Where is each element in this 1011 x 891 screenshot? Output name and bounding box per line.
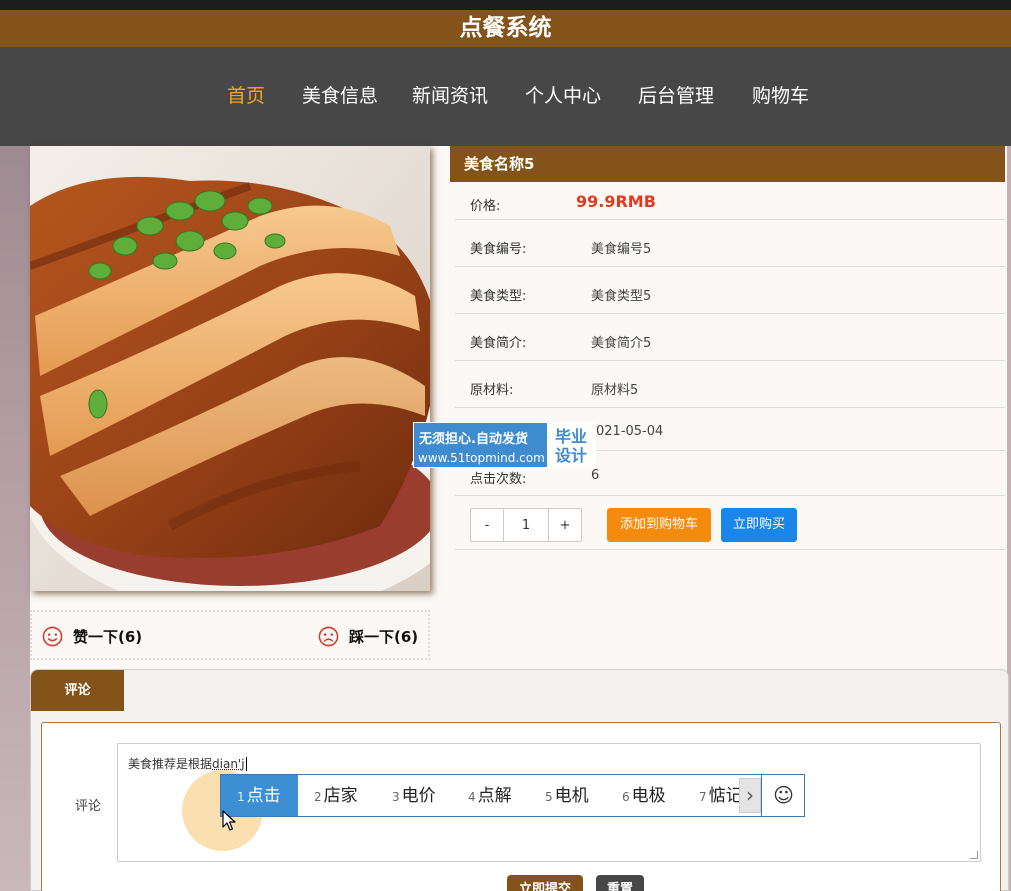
watermark-line2: www.51topmind.com <box>418 451 545 465</box>
detail-row: 美食编号: 美食编号5 <box>455 220 1005 267</box>
nav-item-news[interactable]: 新闻资讯 <box>412 84 488 108</box>
submit-button[interactable]: 立即提交 <box>507 875 583 891</box>
price-value: 99.9RMB <box>576 192 656 211</box>
ime-next-page-icon[interactable]: › <box>739 778 761 813</box>
nav-item-admin[interactable]: 后台管理 <box>638 84 714 108</box>
detail-row: 美食类型: 美食类型5 <box>455 267 1005 314</box>
increment-button[interactable]: + <box>549 509 581 541</box>
field-label: 点击次数: <box>470 472 527 487</box>
add-to-cart-button[interactable]: 添加到购物车 <box>607 508 711 542</box>
nav-item-profile[interactable]: 个人中心 <box>525 84 601 108</box>
field-value: 原材料5 <box>591 383 639 398</box>
ime-candidate-bar: 1 点击 2 店家 3 电价 4 点解 5 电机 6 电极 7 惦记 › ☺ <box>220 774 805 817</box>
detail-row: 原材料: 原材料5 <box>455 361 1005 408</box>
reset-button[interactable]: 重置 <box>596 875 644 891</box>
page-background-left <box>0 146 30 891</box>
quantity-stepper: - 1 + <box>470 508 582 542</box>
main-nav: 首页 美食信息 新闻资讯 个人中心 后台管理 购物车 <box>0 47 1011 146</box>
watermark-line1: 无须担心.自动发货 <box>419 432 528 447</box>
field-label: 美食简介: <box>470 336 527 351</box>
food-image <box>30 146 430 591</box>
product-name: 美食名称5 <box>450 146 1005 182</box>
nav-item-home[interactable]: 首页 <box>227 84 265 108</box>
ime-candidate[interactable]: 7 惦记 <box>699 775 739 816</box>
comment-composition: dian'j <box>212 757 245 771</box>
field-value: 6 <box>591 468 600 483</box>
field-value: 美食类型5 <box>591 289 652 304</box>
comment-label: 评论 <box>75 799 102 814</box>
ime-candidate[interactable]: 3 电价 <box>392 775 436 816</box>
field-value: 021-05-04 <box>596 424 664 439</box>
watermark-badge-bottom: 设计 <box>554 446 587 465</box>
text-caret <box>245 757 247 771</box>
price-row: 价格: <box>455 182 1005 220</box>
field-value: 美食编号5 <box>591 242 652 257</box>
price-label: 价格: <box>470 199 501 214</box>
vote-box: 赞一下(6) 踩一下(6) <box>30 610 430 660</box>
mouse-pointer-icon <box>222 810 236 831</box>
site-title: 点餐系统 <box>0 10 1011 47</box>
watermark-badge-top: 毕业 <box>554 427 587 446</box>
ime-candidate[interactable]: 4 点解 <box>468 775 512 816</box>
field-value: 美食简介5 <box>591 336 652 351</box>
field-label: 美食编号: <box>470 242 527 257</box>
ime-candidate[interactable]: 6 电极 <box>622 775 666 816</box>
ime-candidate[interactable]: 2 店家 <box>314 775 358 816</box>
nav-item-cart[interactable]: 购物车 <box>752 84 809 108</box>
frown-icon <box>318 626 339 647</box>
resize-handle[interactable] <box>970 851 978 859</box>
product-detail: 美食名称5 价格: 99.9RMB 美食编号: 美食编号5 美食类型: 美食类型… <box>450 146 1005 550</box>
decrement-button[interactable]: - <box>471 509 503 541</box>
quantity-input[interactable]: 1 <box>503 509 549 541</box>
comment-text: 美食推荐是根据 <box>128 757 213 771</box>
tab-comments[interactable]: 评论 <box>31 670 124 711</box>
watermark-overlay: 无须担心.自动发货 www.51topmind.com 毕业 设计 <box>413 422 596 468</box>
ime-emoji-icon[interactable]: ☺ <box>761 775 805 816</box>
top-strip <box>0 0 1011 10</box>
ime-candidate[interactable]: 5 电机 <box>545 775 589 816</box>
buy-now-button[interactable]: 立即购买 <box>721 508 797 542</box>
nav-item-food-info[interactable]: 美食信息 <box>302 84 378 108</box>
watermark-badge: 毕业 设计 <box>547 423 595 467</box>
like-button[interactable]: 赞一下(6) <box>42 626 142 647</box>
smile-icon <box>42 626 63 647</box>
field-label: 原材料: <box>470 383 514 398</box>
detail-row: 美食简介: 美食简介5 <box>455 314 1005 361</box>
field-label: 美食类型: <box>470 289 527 304</box>
dislike-label: 踩一下(6) <box>349 628 419 646</box>
dislike-button[interactable]: 踩一下(6) <box>318 626 418 647</box>
like-label: 赞一下(6) <box>73 628 143 646</box>
